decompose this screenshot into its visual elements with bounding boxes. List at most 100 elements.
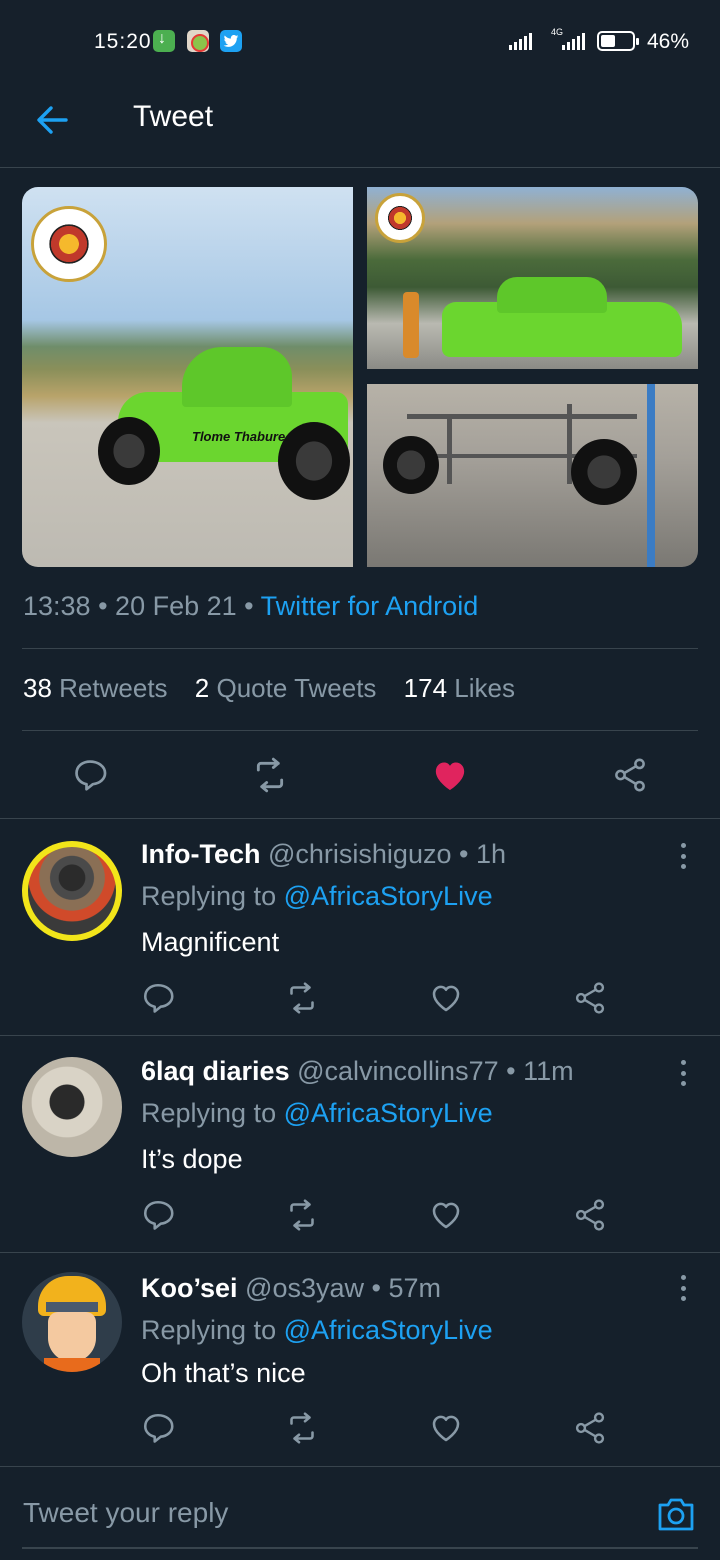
car-brand-text: Tlome Thabure: [192, 429, 286, 444]
organization-logo: [375, 193, 425, 243]
avatar[interactable]: [22, 841, 122, 941]
reply-input[interactable]: Tweet your reply: [23, 1497, 228, 1529]
tweet-action-bar: [0, 748, 720, 802]
page-title: Tweet: [133, 100, 214, 133]
heart-filled-icon: [435, 762, 465, 790]
back-button[interactable]: [32, 100, 72, 140]
share-icon: [575, 982, 605, 1014]
composer-underline: [22, 1547, 698, 1549]
camera-button[interactable]: [656, 1495, 696, 1533]
like-button[interactable]: [428, 1197, 464, 1233]
share-button[interactable]: [572, 980, 608, 1016]
reply-item[interactable]: Info-Tech @chrisishiguzo • 1h Replying t…: [0, 819, 720, 1034]
reply-icon: [143, 1200, 174, 1230]
retweets-count: 38: [23, 673, 52, 703]
tweet-photo-2[interactable]: [367, 187, 698, 369]
reply-text: Oh that’s nice: [141, 1358, 306, 1388]
more-options-button[interactable]: [678, 843, 688, 869]
reply-icon: [143, 983, 174, 1013]
replying-to-mention[interactable]: @AfricaStoryLive: [284, 1098, 493, 1128]
battery-icon: [597, 31, 639, 51]
avatar[interactable]: [22, 1272, 122, 1372]
reply-button[interactable]: [140, 1410, 176, 1446]
wheel: [98, 417, 160, 485]
reply-button[interactable]: [140, 980, 176, 1016]
reply-icon: [143, 1413, 174, 1443]
retweet-icon: [290, 982, 314, 1014]
likes-count: 174: [403, 673, 448, 703]
back-arrow-icon: [37, 106, 68, 134]
blue-post: [647, 384, 655, 567]
quote-tweets-label: Quote Tweets: [216, 673, 377, 703]
status-bar: 15:20 4G 46%: [0, 0, 720, 70]
tweet-time: 13:38: [23, 591, 91, 621]
twitter-notification-icon: [220, 30, 242, 52]
quote-tweets-stat[interactable]: 2 Quote Tweets: [195, 673, 377, 703]
reply-author-handle[interactable]: @os3yaw: [245, 1273, 364, 1303]
reply-author-handle[interactable]: @calvincollins77: [297, 1056, 499, 1086]
more-options-button[interactable]: [678, 1275, 688, 1301]
buggy-cabin: [182, 347, 292, 407]
likes-stat[interactable]: 174 Likes: [404, 673, 515, 703]
retweets-stat[interactable]: 38 Retweets: [23, 673, 168, 703]
retweet-button[interactable]: [284, 980, 320, 1016]
replying-to-label: Replying to: [141, 1098, 277, 1128]
wifi-signal-icon: [509, 32, 532, 50]
battery-percent: 46%: [647, 30, 690, 53]
reply-button[interactable]: [70, 748, 110, 802]
retweet-icon: [290, 1412, 314, 1444]
tweet-source-link[interactable]: Twitter for Android: [261, 591, 479, 621]
tweet-media-grid: Tlome Thabure: [22, 187, 698, 567]
reply-icon: [75, 760, 107, 791]
share-button[interactable]: [572, 1410, 608, 1446]
replying-to-mention[interactable]: @AfricaStoryLive: [284, 1315, 493, 1345]
reply-button[interactable]: [140, 1197, 176, 1233]
like-button[interactable]: [430, 748, 470, 802]
person-in-overalls: [403, 292, 419, 358]
more-options-button[interactable]: [678, 1060, 688, 1086]
divider: [22, 648, 698, 649]
replying-to-label: Replying to: [141, 881, 277, 911]
wheel: [383, 436, 439, 494]
reply-item[interactable]: 6laq diaries @calvincollins77 • 11m Repl…: [0, 1036, 720, 1251]
reply-author-name[interactable]: Koo’sei: [141, 1273, 238, 1303]
heart-icon: [432, 1415, 460, 1442]
retweet-icon: [290, 1199, 314, 1231]
reply-header: Koo’sei @os3yaw • 57m: [141, 1273, 442, 1303]
reply-text: Magnificent: [141, 927, 280, 957]
retweet-button[interactable]: [284, 1197, 320, 1233]
cell-signal-icon: [562, 32, 585, 50]
retweets-label: Retweets: [59, 673, 168, 703]
replying-to: Replying to @AfricaStoryLive: [141, 1098, 493, 1129]
retweet-button[interactable]: [250, 748, 290, 802]
replying-to-label: Replying to: [141, 1315, 277, 1345]
retweet-button[interactable]: [284, 1410, 320, 1446]
replying-to: Replying to @AfricaStoryLive: [141, 1315, 493, 1346]
tweet-photo-1[interactable]: Tlome Thabure: [22, 187, 353, 567]
share-button[interactable]: [572, 1197, 608, 1233]
reply-author-name[interactable]: 6laq diaries: [141, 1056, 290, 1086]
reply-author-name[interactable]: Info-Tech: [141, 839, 260, 869]
frame-bar: [407, 414, 637, 419]
avatar[interactable]: [22, 1057, 122, 1157]
share-button[interactable]: [610, 748, 650, 802]
reply-time: 57m: [388, 1273, 442, 1303]
replying-to-mention[interactable]: @AfricaStoryLive: [284, 881, 493, 911]
tweet-stats: 38 Retweets 2 Quote Tweets 174 Likes: [23, 673, 515, 704]
reply-author-handle[interactable]: @chrisishiguzo: [268, 839, 451, 869]
frame-bar: [447, 414, 452, 484]
share-icon: [575, 1199, 605, 1231]
tweet-header: Tweet: [0, 70, 720, 168]
app-notification-icon: [187, 30, 209, 52]
likes-label: Likes: [454, 673, 515, 703]
retweet-icon: [256, 757, 284, 793]
tweet-photo-3[interactable]: [367, 384, 698, 567]
reply-item[interactable]: Koo’sei @os3yaw • 57m Replying to @Afric…: [0, 1253, 720, 1466]
tweet-date: 20 Feb 21: [115, 591, 237, 621]
organization-logo: [31, 206, 107, 282]
reply-header: 6laq diaries @calvincollins77 • 11m: [141, 1056, 574, 1086]
like-button[interactable]: [428, 980, 464, 1016]
like-button[interactable]: [428, 1410, 464, 1446]
share-icon: [615, 758, 645, 792]
share-icon: [575, 1412, 605, 1444]
